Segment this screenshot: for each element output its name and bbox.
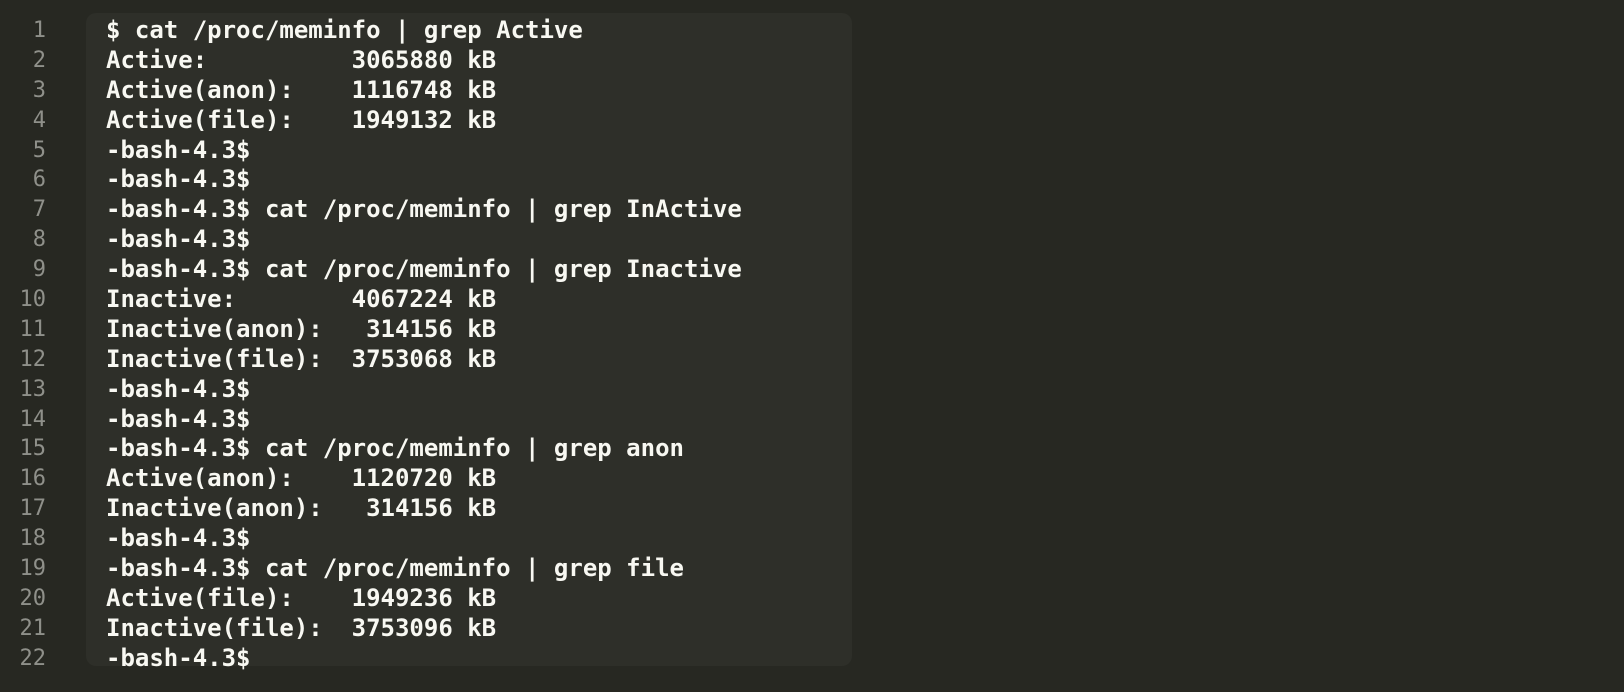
code-line[interactable]: -bash-4.3$ bbox=[106, 524, 742, 554]
line-number: 13 bbox=[19, 376, 47, 402]
line-number: 20 bbox=[19, 585, 47, 611]
line-number: 16 bbox=[19, 466, 47, 492]
line-number: 18 bbox=[19, 526, 47, 552]
line-number: 21 bbox=[19, 615, 47, 641]
line-number: 12 bbox=[19, 346, 47, 372]
line-number: 8 bbox=[32, 227, 46, 253]
line-number: 14 bbox=[19, 406, 47, 432]
code-content[interactable]: $ cat /proc/meminfo | grep Active Active:… bbox=[106, 16, 742, 674]
code-line[interactable]: -bash-4.3$ bbox=[106, 644, 742, 674]
line-number: 2 bbox=[32, 47, 46, 73]
line-number: 9 bbox=[32, 257, 46, 283]
code-line[interactable]: Inactive: 4067224 kB bbox=[106, 285, 742, 315]
code-line[interactable]: Inactive(anon): 314156 kB bbox=[106, 494, 742, 524]
code-line[interactable]: -bash-4.3$ bbox=[106, 136, 742, 166]
code-line[interactable]: -bash-4.3$ cat /proc/meminfo | grep InAc… bbox=[106, 195, 742, 225]
code-line[interactable]: -bash-4.3$ cat /proc/meminfo | grep file bbox=[106, 554, 742, 584]
code-line[interactable]: -bash-4.3$ cat /proc/meminfo | grep anon bbox=[106, 434, 742, 464]
line-number: 19 bbox=[19, 556, 47, 582]
code-line[interactable]: Active(file): 1949236 kB bbox=[106, 584, 742, 614]
line-number: 15 bbox=[19, 436, 47, 462]
line-number: 22 bbox=[19, 645, 47, 671]
line-number: 17 bbox=[19, 496, 47, 522]
code-line[interactable]: Active(anon): 1120720 kB bbox=[106, 464, 742, 494]
line-number: 10 bbox=[19, 287, 47, 313]
code-line[interactable]: -bash-4.3$ bbox=[106, 405, 742, 435]
code-line[interactable]: Active: 3065880 kB bbox=[106, 46, 742, 76]
code-line[interactable]: Inactive(anon): 314156 kB bbox=[106, 315, 742, 345]
code-line[interactable]: Inactive(file): 3753068 kB bbox=[106, 345, 742, 375]
code-line[interactable]: $ cat /proc/meminfo | grep Active bbox=[106, 16, 742, 46]
line-number: 6 bbox=[32, 167, 46, 193]
code-line[interactable]: -bash-4.3$ bbox=[106, 225, 742, 255]
line-number: 4 bbox=[32, 107, 46, 133]
line-number: 3 bbox=[32, 77, 46, 103]
line-number-gutter: 1 2 3 4 5 6 7 8 9 10 11 12 13 14 15 16 17 18 19 20 21 22 bbox=[0, 16, 47, 674]
line-number: 11 bbox=[19, 316, 47, 342]
code-line[interactable]: Active(anon): 1116748 kB bbox=[106, 76, 742, 106]
code-editor[interactable]: 1 2 3 4 5 6 7 8 9 10 11 12 13 14 15 16 17 18 19 20 21 22 $ ca… bbox=[0, 0, 1624, 692]
line-number: 7 bbox=[32, 197, 46, 223]
code-line[interactable]: Active(file): 1949132 kB bbox=[106, 106, 742, 136]
code-line[interactable]: -bash-4.3$ cat /proc/meminfo | grep Inac… bbox=[106, 255, 742, 285]
line-number: 1 bbox=[32, 18, 46, 43]
code-line[interactable]: Inactive(file): 3753096 kB bbox=[106, 614, 742, 644]
code-line[interactable]: -bash-4.3$ bbox=[106, 375, 742, 405]
code-line[interactable]: -bash-4.3$ bbox=[106, 165, 742, 195]
line-number: 5 bbox=[32, 137, 46, 163]
